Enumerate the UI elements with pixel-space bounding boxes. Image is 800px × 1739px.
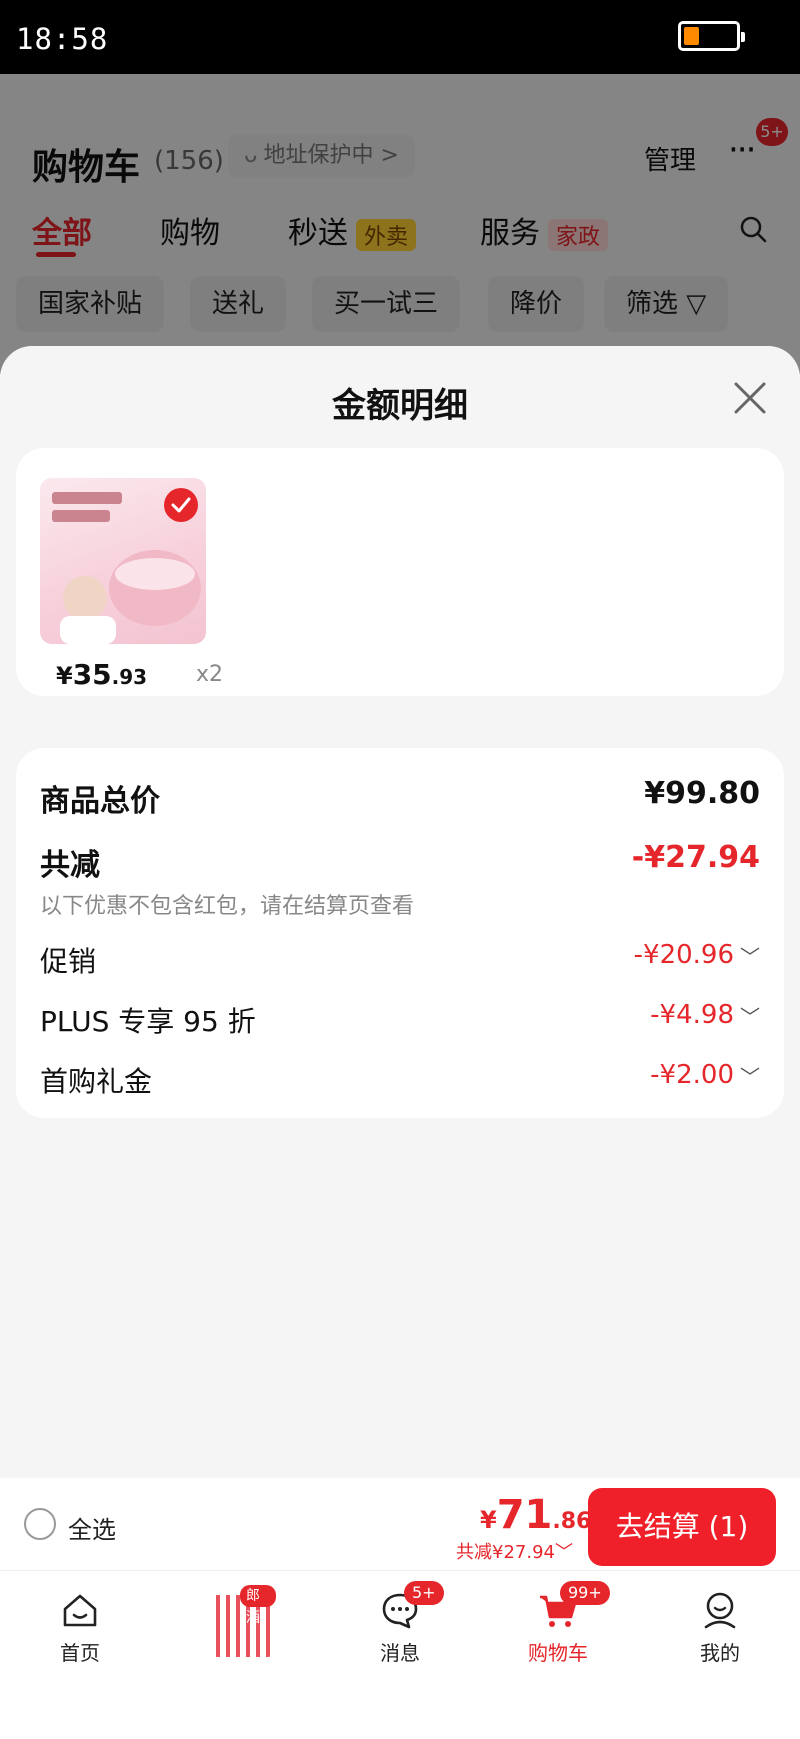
close-icon[interactable] (728, 376, 772, 420)
status-time: 18:58 (16, 22, 109, 56)
discount-label: 共减 (40, 848, 100, 883)
status-bar: 18:58 (0, 0, 800, 74)
checkout-total: ¥71.86 (480, 1492, 591, 1538)
nav-promo[interactable]: 郎酒 (206, 1585, 276, 1661)
first-buy-value: -¥2.00 (650, 1060, 734, 1090)
item-quantity: x2 (196, 662, 224, 687)
screen: { "status_bar": {"time": "18:58", "batte… (0, 0, 800, 1739)
promo-row-value[interactable]: -¥20.96 ﹀ (634, 940, 760, 970)
check-glyph (171, 497, 191, 513)
item-card: ¥35.93 x2 (16, 448, 784, 696)
amount-detail-sheet: 金额明细 ¥35.93 x2 商品总价 ¥99.80 共减 -¥27.94 以下… (0, 346, 800, 1478)
select-all-radio[interactable] (24, 1508, 56, 1540)
nav-cart-label: 购物车 (528, 1641, 588, 1665)
checkout-total-dec: .86 (552, 1509, 592, 1534)
checkout-bar: 全选 ¥71.86 共减¥27.94﹀ 去结算 (1) (0, 1478, 800, 1570)
nav-cart[interactable]: 购物车 99+ (508, 1581, 610, 1666)
chevron-down-icon: ﹀ (740, 1005, 760, 1029)
select-all-label[interactable]: 全选 (68, 1510, 116, 1545)
nav-messages[interactable]: 消息 5+ (350, 1581, 450, 1666)
checkout-saved[interactable]: 共减¥27.94﹀ (456, 1538, 573, 1564)
sheet-title: 金额明细 (332, 386, 468, 426)
chevron-down-icon: ﹀ (740, 1065, 760, 1089)
plus-row-value[interactable]: -¥4.98 ﹀ (650, 1000, 760, 1030)
checkout-button[interactable]: 去结算 (1) (588, 1488, 776, 1566)
nav-profile[interactable]: 我的 (670, 1589, 770, 1666)
checkout-currency: ¥ (480, 1506, 497, 1534)
plus-value: -¥4.98 (650, 1000, 734, 1030)
item-price-int: 35 (72, 658, 112, 691)
profile-icon (704, 1592, 736, 1629)
messages-badge: 5+ (404, 1581, 444, 1605)
promo-tag: 郎酒 (240, 1585, 276, 1626)
total-value: ¥99.80 (644, 776, 760, 811)
first-buy-row-value[interactable]: -¥2.00 ﹀ (650, 1060, 760, 1090)
item-price: ¥35.93 (56, 658, 147, 691)
battery-icon (678, 21, 745, 51)
nav-messages-label: 消息 (380, 1641, 420, 1665)
cart-badge: 99+ (560, 1581, 610, 1605)
total-label: 商品总价 (40, 784, 160, 819)
home-icon (63, 1594, 97, 1627)
chevron-down-icon: ﹀ (554, 1542, 573, 1563)
price-breakdown-card: 商品总价 ¥99.80 共减 -¥27.94 以下优惠不包含红包，请在结算页查看… (16, 748, 784, 1118)
bottom-nav: 首页 郎酒 消息 5+ 购物车 99+ 我的 (0, 1570, 800, 1739)
discount-note: 以下优惠不包含红包，请在结算页查看 (40, 894, 415, 919)
item-price-symbol: ¥ (56, 662, 73, 690)
chevron-down-icon: ﹀ (740, 945, 760, 969)
nav-home-label: 首页 (60, 1641, 100, 1665)
discount-value: -¥27.94 (631, 840, 760, 875)
product-thumbnail[interactable] (40, 478, 206, 644)
nav-profile-label: 我的 (700, 1641, 740, 1665)
promo-label: 促销 (40, 945, 97, 978)
promo-value: -¥20.96 (633, 940, 734, 970)
checkout-saved-label: 共减¥27.94 (456, 1542, 555, 1563)
checkout-total-int: 71 (496, 1492, 553, 1538)
plus-label: PLUS 专享 95 折 (40, 1005, 256, 1038)
first-buy-label: 首购礼金 (40, 1065, 153, 1098)
battery-level (684, 27, 699, 45)
selected-check-icon (164, 488, 198, 522)
nav-home[interactable]: 首页 (30, 1589, 130, 1666)
item-price-dec: .93 (111, 665, 148, 689)
dim-overlay[interactable] (0, 74, 800, 374)
